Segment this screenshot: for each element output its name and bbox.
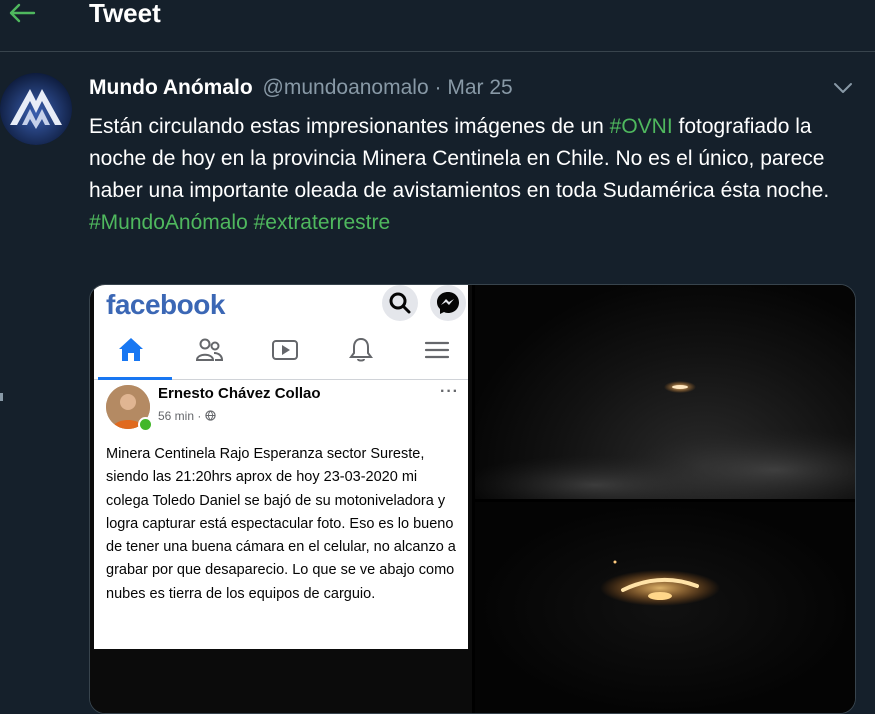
fb-post-time: 56 min · (158, 409, 202, 423)
friends-icon (195, 338, 224, 361)
fb-nav-bar (94, 335, 468, 380)
mundo-anomalo-logo-icon (0, 73, 72, 145)
facebook-logo: facebook (106, 289, 225, 320)
night-sky-photo (455, 381, 855, 515)
page-title: Tweet (89, 0, 161, 28)
fb-search-button (382, 285, 418, 321)
fb-author-name: Ernesto Chávez Collao (158, 385, 321, 402)
arrow-left-icon[interactable] (6, 2, 36, 24)
tweet-text-line1: Están circulando estas impresionantes im… (89, 115, 610, 138)
fb-post-text: Minera Centinela Rajo Esperanza sector S… (106, 446, 456, 602)
tweet-media[interactable]: facebook Ernesto Chávez Collao 56 min · … (89, 284, 856, 714)
menu-icon (424, 341, 450, 359)
facebook-post-card: facebook Ernesto Chávez Collao 56 min · … (94, 285, 468, 649)
author-handle[interactable]: @mundoanomalo (263, 76, 429, 99)
author-name[interactable]: Mundo Anómalo (89, 76, 253, 99)
facebook-screenshot[interactable]: facebook Ernesto Chávez Collao 56 min · … (90, 285, 472, 713)
top-bar: Tweet (0, 0, 875, 52)
fb-messenger-button (430, 285, 466, 321)
fb-nav-active-indicator (98, 377, 172, 380)
home-icon (119, 338, 143, 361)
bell-icon (349, 337, 373, 362)
avatar[interactable] (0, 73, 72, 145)
tweet-date[interactable]: Mar 25 (447, 76, 512, 99)
watch-icon (272, 340, 298, 360)
tweet-text: Están circulando estas impresionantes im… (89, 111, 869, 239)
hashtag-mundoanomalo[interactable]: #MundoAnómalo (89, 211, 248, 234)
hashtag-extraterrestre[interactable]: #extraterrestre (254, 211, 391, 234)
online-status-dot (138, 417, 153, 432)
fb-more-options: ··· (440, 383, 459, 400)
globe-icon (205, 410, 216, 421)
scroll-marker (0, 393, 3, 401)
ufo-photo-top[interactable] (455, 285, 855, 515)
messenger-icon (437, 292, 459, 314)
tweet-header: Mundo Anómalo @mundoanomalo · Mar 25 (89, 74, 513, 102)
hashtag-ovni[interactable]: #OVNI (610, 115, 673, 138)
separator-dot: · (434, 76, 442, 99)
chevron-down-icon[interactable] (832, 80, 854, 96)
ufo-closeup-photo (600, 560, 720, 606)
search-icon (389, 292, 411, 314)
fb-post-meta: 56 min · (158, 409, 216, 423)
ufo-photo-bottom[interactable] (475, 502, 855, 713)
